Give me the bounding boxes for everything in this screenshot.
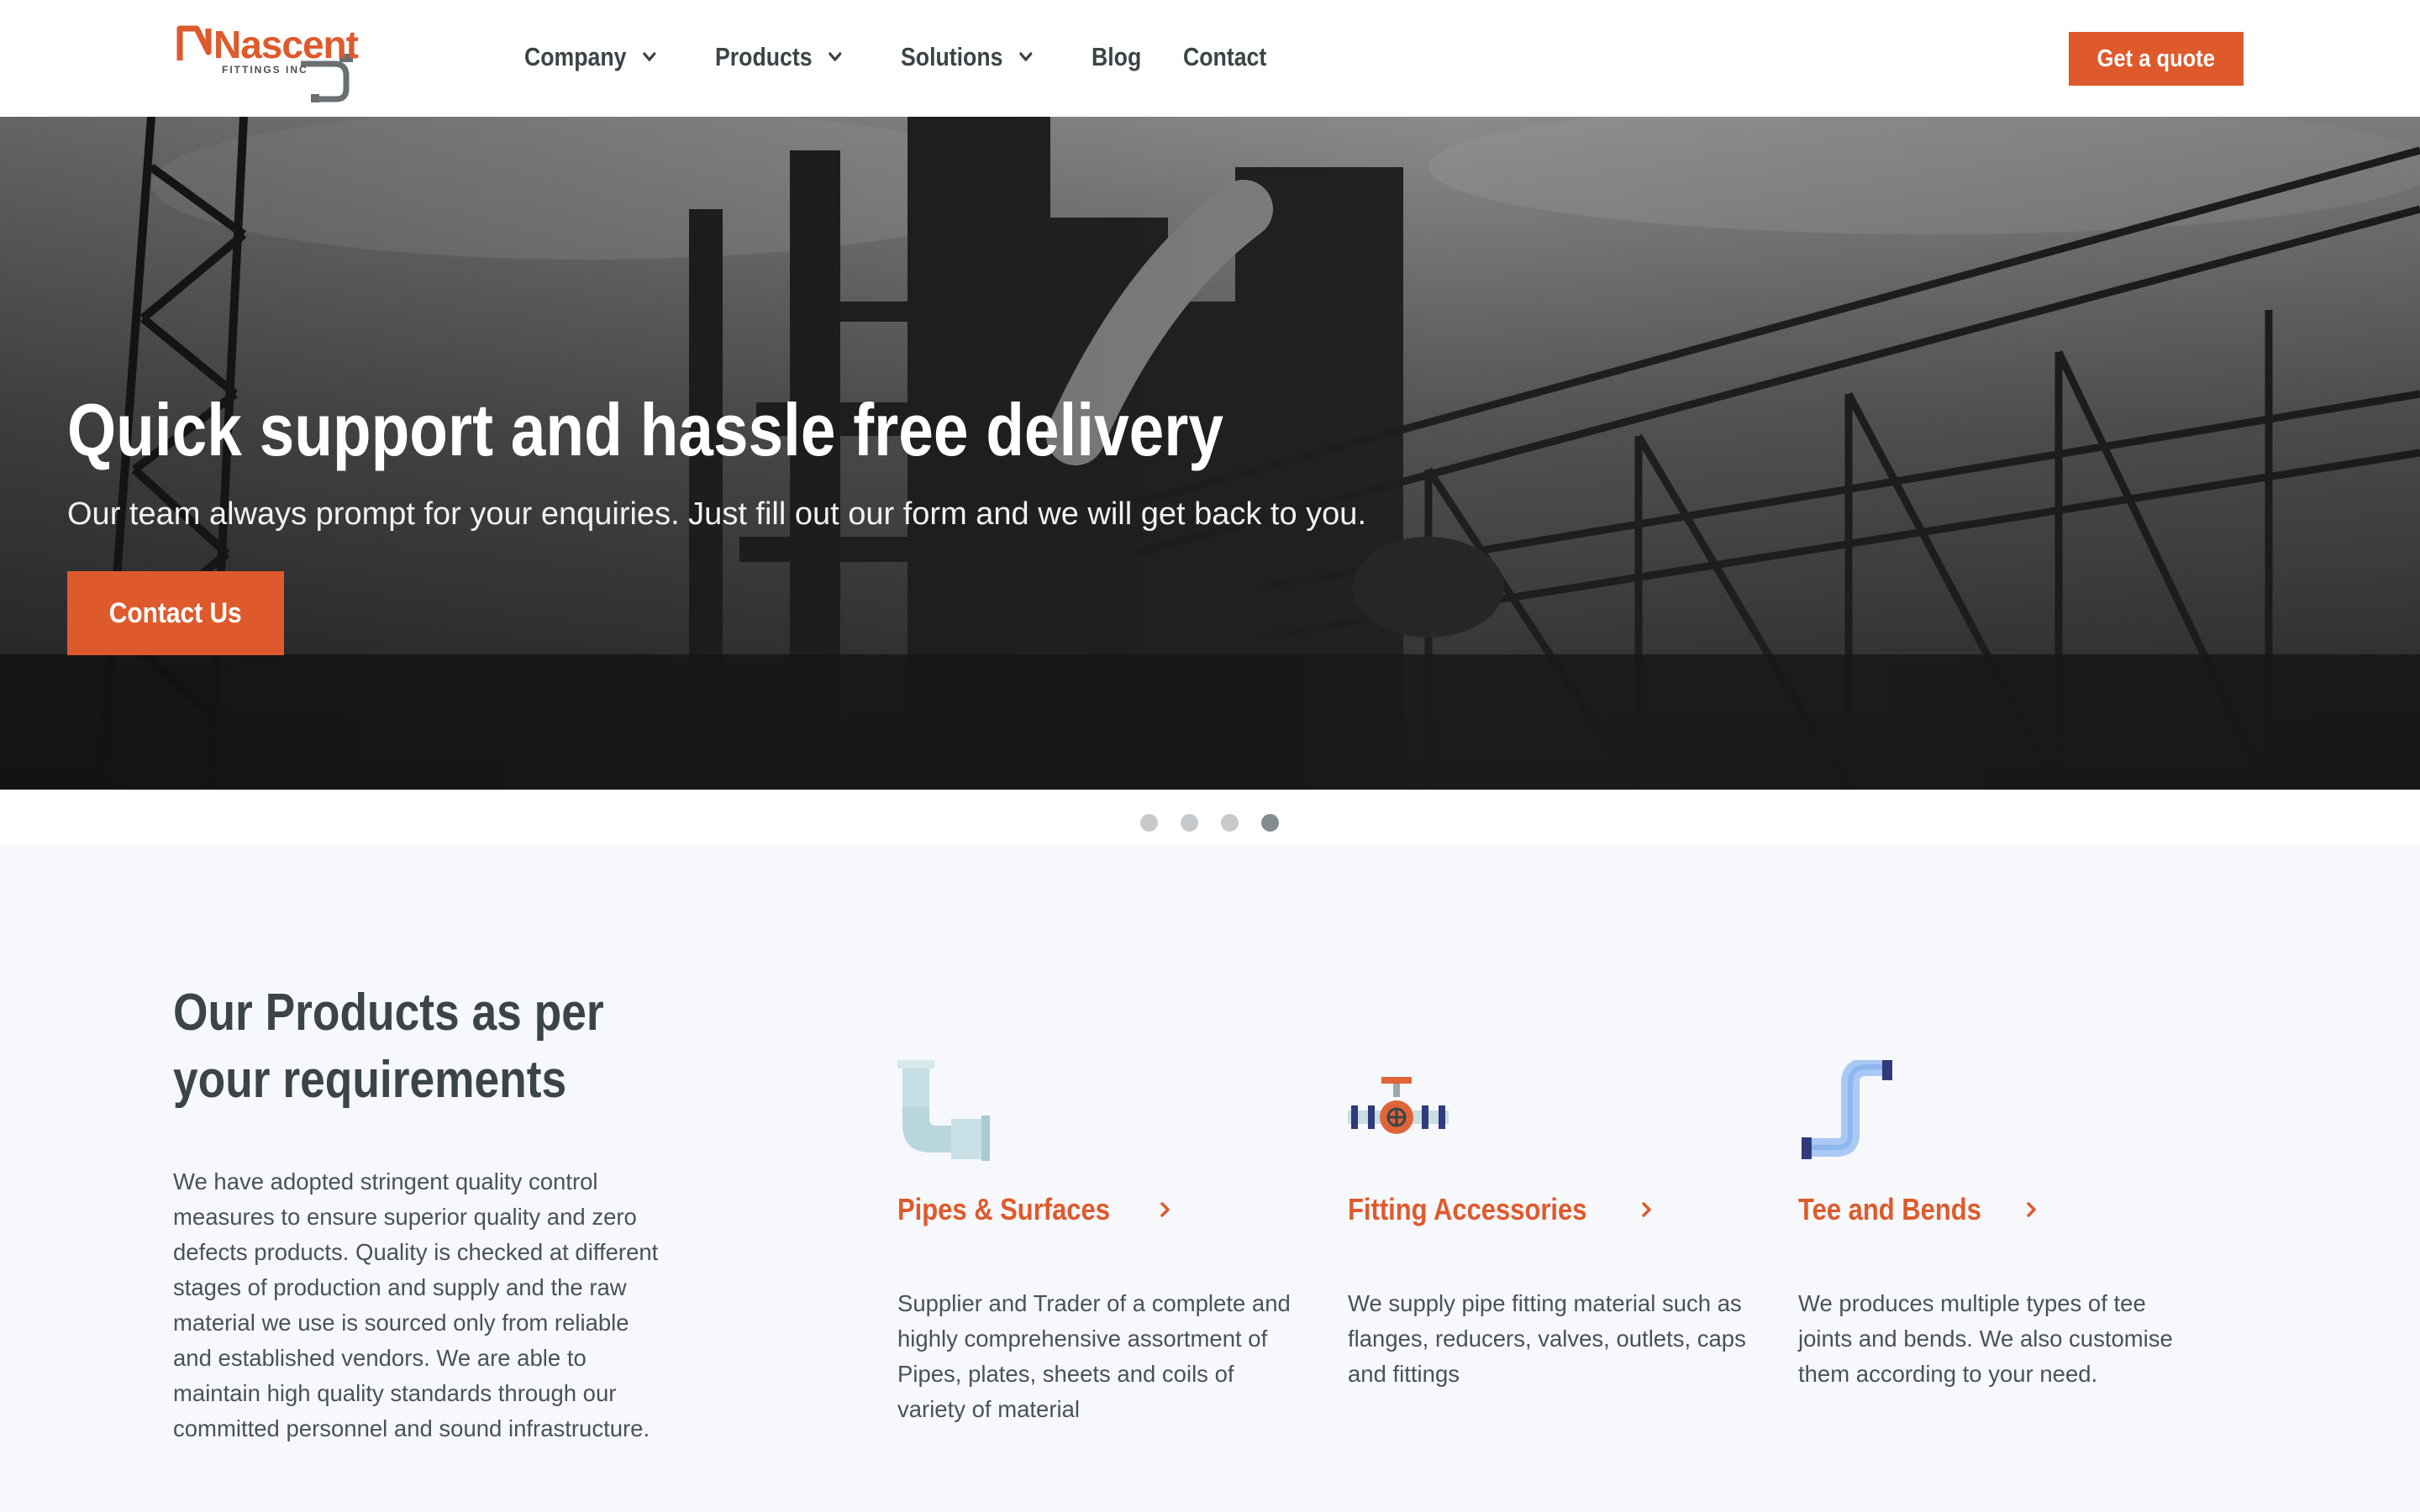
brand-logo[interactable]: Nascent FITTINGS INC	[175, 22, 360, 102]
product-card-title-link[interactable]: Pipes & Surfaces	[897, 1192, 1318, 1227]
hero-slider: Quick support and hassle free delivery O…	[0, 117, 2420, 790]
get-quote-label: Get a quote	[2096, 45, 2216, 72]
chevron-right-icon	[1642, 1202, 1651, 1217]
nav-item-products[interactable]: Products	[715, 39, 845, 76]
contact-us-label: Contact Us	[109, 596, 242, 629]
products-section: Our Products as per your requirements We…	[0, 845, 2420, 1512]
chevron-down-icon	[1019, 52, 1033, 61]
product-card-fittings: Fitting Accessories We supply pipe fitti…	[1348, 1060, 1768, 1392]
product-card-description: We produces multiple types of tee joints…	[1798, 1290, 2173, 1387]
chevron-down-icon	[643, 52, 656, 61]
nav-item-solutions[interactable]: Solutions	[901, 39, 1036, 76]
hero-title: Quick support and hassle free delivery	[67, 388, 1223, 471]
product-card-title-link[interactable]: Tee and Bends	[1798, 1192, 2218, 1227]
product-card-pipes: Pipes & Surfaces Supplier and Trader of …	[897, 1060, 1318, 1427]
pipe-elbow-icon	[897, 1060, 990, 1163]
main-nav: Company Products Solutions Blog Contact	[524, 39, 1313, 76]
nav-item-label: Company	[524, 42, 627, 71]
slider-dot-1[interactable]	[1140, 814, 1158, 832]
slider-dot-3[interactable]	[1221, 814, 1239, 832]
products-heading-line1: Our Products as per	[173, 984, 604, 1042]
product-card-description: We supply pipe fitting material such as …	[1348, 1290, 1746, 1387]
products-description: We have adopted stringent quality contro…	[173, 1168, 659, 1441]
product-card-title-link[interactable]: Fitting Accessories	[1348, 1192, 1768, 1227]
product-card-description: Supplier and Trader of a complete and hi…	[897, 1290, 1291, 1422]
bent-pipe-icon	[1802, 1058, 1892, 1159]
nav-item-label: Contact	[1182, 42, 1266, 71]
nav-item-label: Solutions	[900, 42, 1003, 71]
product-card-title: Pipes & Surfaces	[897, 1192, 1110, 1226]
valve-icon	[1348, 1077, 1449, 1134]
chevron-right-icon	[1160, 1202, 1170, 1217]
logo-tagline: FITTINGS INC	[222, 64, 308, 76]
site-header: Nascent FITTINGS INC Company Products So…	[0, 0, 2420, 117]
product-card-title: Tee and Bends	[1798, 1192, 1981, 1226]
nav-item-label: Products	[715, 42, 813, 71]
hero-subtitle: Our team always prompt for your enquirie…	[67, 496, 1366, 532]
slider-dot-4[interactable]	[1261, 814, 1279, 832]
product-card-tee-bends: Tee and Bends We produces multiple types…	[1798, 1058, 2218, 1392]
nav-item-contact[interactable]: Contact	[1183, 39, 1266, 76]
chevron-right-icon	[2027, 1202, 2037, 1217]
product-card-title: Fitting Accessories	[1348, 1192, 1587, 1226]
contact-us-button[interactable]: Contact Us	[67, 571, 284, 655]
nav-item-company[interactable]: Company	[524, 39, 660, 76]
logo-wordmark: Nascent	[213, 23, 359, 66]
nav-item-blog[interactable]: Blog	[1092, 39, 1141, 76]
products-heading: Our Products as per your requirements	[173, 979, 644, 1114]
slider-pagination	[1140, 814, 1302, 832]
chevron-down-icon	[829, 52, 842, 61]
slider-dot-2[interactable]	[1181, 814, 1198, 832]
get-quote-button[interactable]: Get a quote	[2069, 32, 2244, 86]
products-heading-line2: your requirements	[173, 1051, 567, 1109]
nav-item-label: Blog	[1091, 42, 1142, 71]
